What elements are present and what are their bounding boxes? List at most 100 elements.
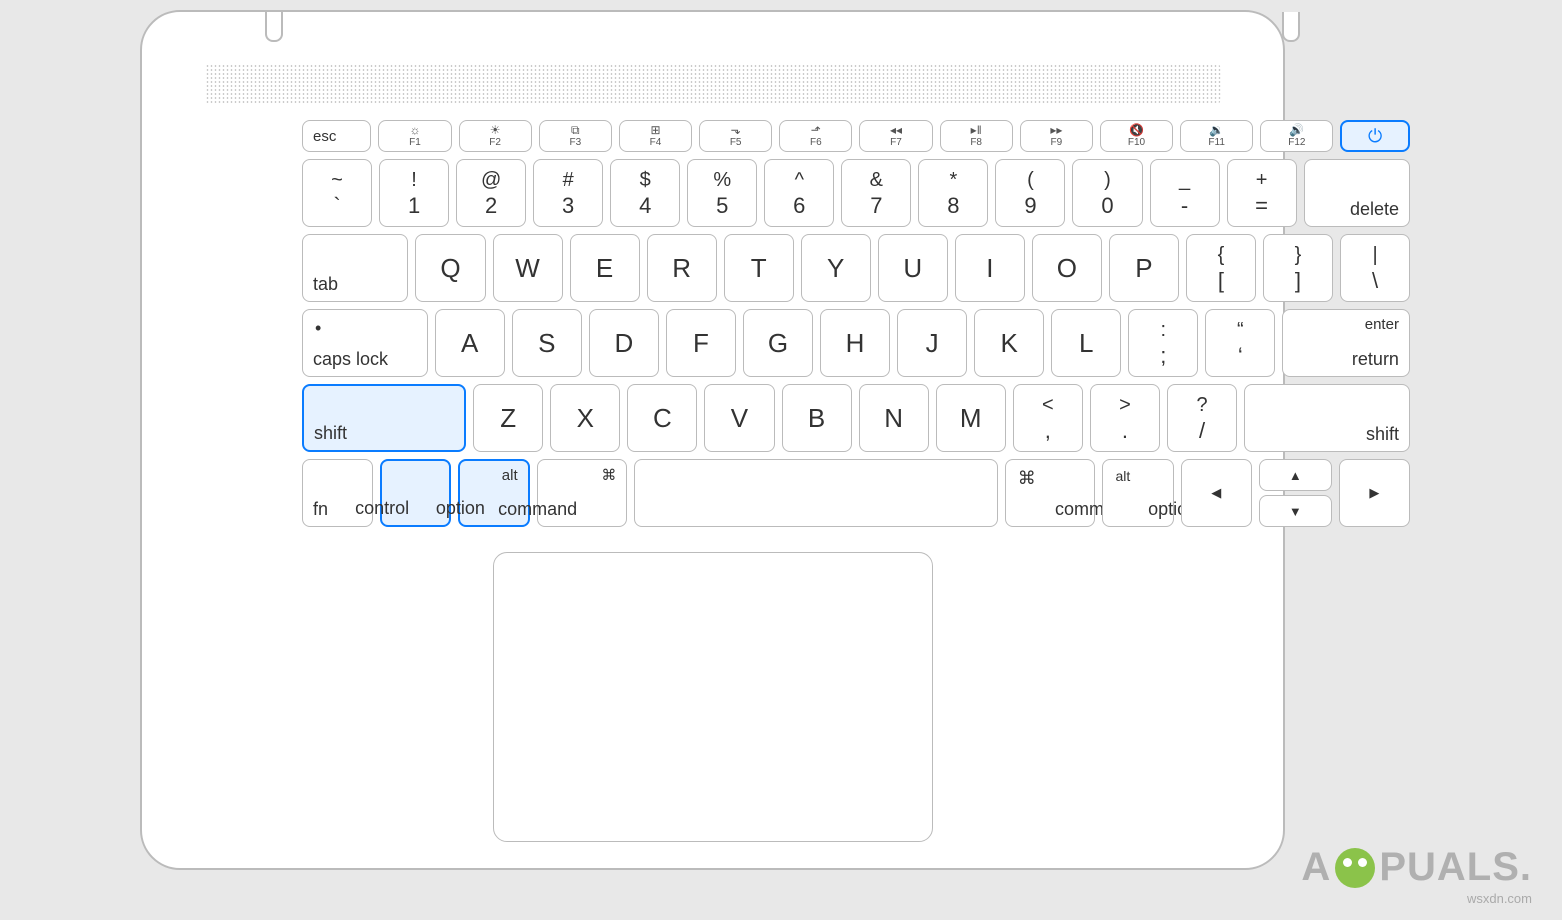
key-f3[interactable]: ⧉F3 [539,120,612,152]
key-f4[interactable]: ⊞F4 [619,120,692,152]
key-9[interactable]: (9 [995,159,1065,227]
key-f9[interactable]: ▸▸F9 [1020,120,1093,152]
key-lbracket[interactable]: {[ [1186,234,1256,302]
key-9-glyph: 9 [1024,193,1036,217]
key-equals[interactable]: += [1227,159,1297,227]
key-backslash[interactable]: |\ [1340,234,1410,302]
key-comma[interactable]: <, [1013,384,1083,452]
key-capslock[interactable]: caps lock• [302,309,428,377]
key-minus[interactable]: _- [1150,159,1220,227]
key-f6[interactable]: ⬏F6 [779,120,852,152]
key-f2[interactable]: ☀F2 [459,120,532,152]
key-f8[interactable]: ▸‖F8 [940,120,1013,152]
key-control-label: control [349,498,416,519]
key-return[interactable]: returnenter [1282,309,1410,377]
f12-label: F12 [1288,137,1305,148]
key-command-left[interactable]: command⌘ [537,459,628,527]
key-d[interactable]: D [589,309,659,377]
key-s[interactable]: S [512,309,582,377]
key-p[interactable]: P [1109,234,1179,302]
key-2[interactable]: @2 [456,159,526,227]
key-period[interactable]: >. [1090,384,1160,452]
key-f5[interactable]: ⬎F5 [699,120,772,152]
key-f-glyph: F [693,328,709,359]
key-power[interactable]: ⏻ [1340,120,1409,152]
key-arrow-down[interactable]: ▼ [1259,495,1332,527]
key-k[interactable]: K [974,309,1044,377]
key-shift-left[interactable]: shift [302,384,466,452]
arrow-up-down-column: ▲▼ [1259,459,1332,527]
key-6[interactable]: ^6 [764,159,834,227]
key-8[interactable]: *8 [918,159,988,227]
key-esc[interactable]: esc [302,120,371,152]
f9-icon: ▸▸ [1050,124,1062,136]
key-s-glyph: S [538,328,555,359]
key-1[interactable]: !1 [379,159,449,227]
key-f[interactable]: F [666,309,736,377]
key-c[interactable]: C [627,384,697,452]
key-x[interactable]: X [550,384,620,452]
key-j[interactable]: J [897,309,967,377]
key-f11[interactable]: 🔉F11 [1180,120,1253,152]
macbook-body: esc☼F1☀F2⧉F3⊞F4⬎F5⬏F6◂◂F7▸‖F8▸▸F9🔇F10🔉F1… [140,10,1285,870]
f7-icon: ◂◂ [890,124,902,136]
key-m[interactable]: M [936,384,1006,452]
key-y-glyph: Y [827,253,844,284]
key-tab[interactable]: tab [302,234,408,302]
key-3[interactable]: #3 [533,159,603,227]
shift-row: shiftZXCVBNM<,>.?/shift [302,384,1410,452]
f1-icon: ☼ [409,124,420,136]
key-rbracket[interactable]: }] [1263,234,1333,302]
key-u[interactable]: U [878,234,948,302]
key-b[interactable]: B [782,384,852,452]
key-v[interactable]: V [704,384,774,452]
key-5[interactable]: %5 [687,159,757,227]
key-shift-right[interactable]: shift [1244,384,1410,452]
key-h[interactable]: H [820,309,890,377]
key-a-glyph: A [461,328,478,359]
key-7[interactable]: &7 [841,159,911,227]
key-quote[interactable]: “‘ [1205,309,1275,377]
key-t[interactable]: T [724,234,794,302]
key-command-left-alt-label: ⌘ [601,466,616,484]
key-option-left-label: option [427,498,494,519]
key-slash[interactable]: ?/ [1167,384,1237,452]
key-arrow-up[interactable]: ▲ [1259,459,1332,491]
key-tilde[interactable]: ~` [302,159,372,227]
key-r[interactable]: R [647,234,717,302]
key-n[interactable]: N [859,384,929,452]
key-return-label: return [1352,349,1399,370]
key-delete[interactable]: delete [1304,159,1410,227]
key-g[interactable]: G [743,309,813,377]
key-y[interactable]: Y [801,234,871,302]
key-option-right[interactable]: optionalt [1102,459,1173,527]
key-g-glyph: G [768,328,788,359]
key-h-glyph: H [846,328,865,359]
key-option-right-alt-label: alt [1115,468,1130,484]
key-i-glyph: I [986,253,993,284]
key-slash-shift-glyph: ? [1196,394,1207,418]
key-arrow-right[interactable]: ▶ [1339,459,1410,527]
key-space[interactable] [634,459,997,527]
key-arrow-left[interactable]: ◀ [1181,459,1252,527]
key-l[interactable]: L [1051,309,1121,377]
key-i[interactable]: I [955,234,1025,302]
key-e[interactable]: E [570,234,640,302]
key-0[interactable]: )0 [1072,159,1142,227]
key-z[interactable]: Z [473,384,543,452]
trackpad[interactable] [493,552,933,842]
key-a[interactable]: A [435,309,505,377]
key-w[interactable]: W [493,234,563,302]
key-command-right[interactable]: command⌘ [1005,459,1096,527]
key-f12[interactable]: 🔊F12 [1260,120,1333,152]
key-f7[interactable]: ◂◂F7 [859,120,932,152]
key-f10[interactable]: 🔇F10 [1100,120,1173,152]
key-f1[interactable]: ☼F1 [378,120,451,152]
key-o[interactable]: O [1032,234,1102,302]
key-semicolon[interactable]: :; [1128,309,1198,377]
key-q[interactable]: Q [415,234,485,302]
key-4[interactable]: $4 [610,159,680,227]
key-quote-glyph: ‘ [1238,343,1243,367]
key-q-glyph: Q [440,253,460,284]
watermark-site: wsxdn.com [1467,891,1532,906]
